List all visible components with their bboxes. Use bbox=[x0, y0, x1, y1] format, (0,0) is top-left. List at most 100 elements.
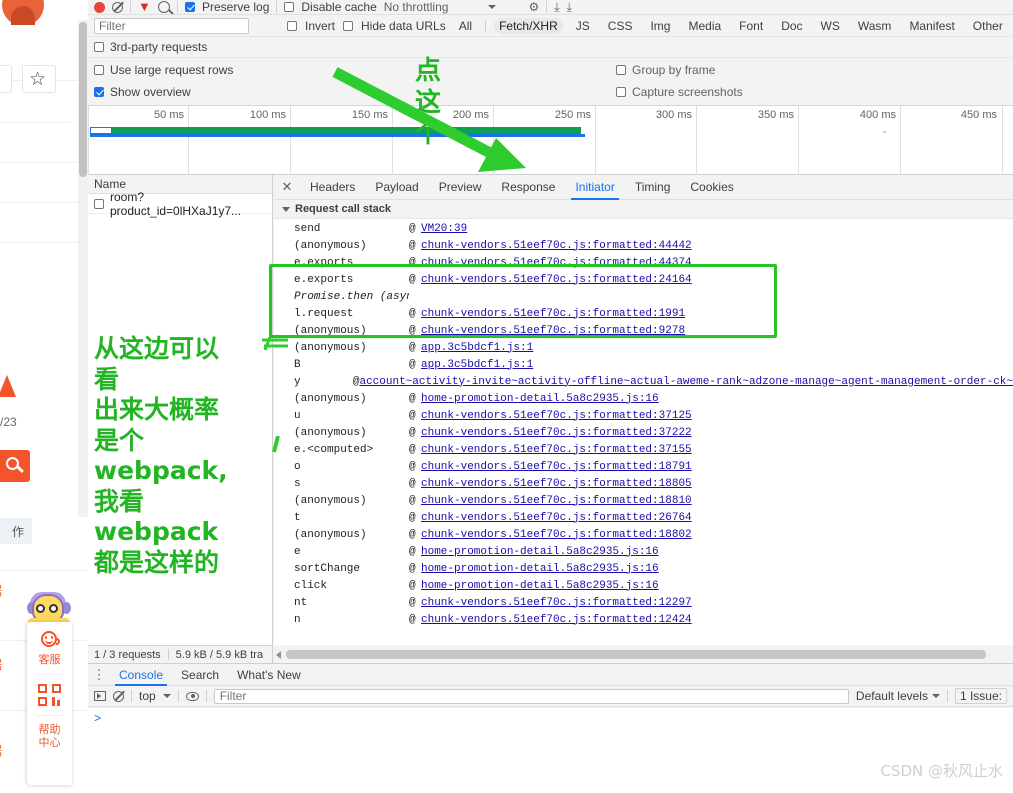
third-party-requests-checkbox[interactable] bbox=[94, 42, 104, 52]
network-overview[interactable]: 50 ms 100 ms 150 ms 200 ms 250 ms 300 ms… bbox=[88, 106, 1013, 175]
table-row[interactable]: room?product_id=0lHXaJ1y7... bbox=[88, 190, 272, 218]
list-item[interactable]: (anonymous) @ home-promotion-detail.5a8c29… bbox=[274, 390, 1013, 407]
invert-checkbox[interactable] bbox=[287, 20, 297, 31]
type-filter-media[interactable]: Media bbox=[683, 18, 726, 34]
row-checkbox[interactable] bbox=[94, 198, 104, 209]
list-item[interactable]: o @ chunk-vendors.51eef70c.js:formatted:18… bbox=[274, 458, 1013, 475]
page-data-link-3[interactable]: 数据 bbox=[0, 742, 2, 759]
list-item[interactable]: (anonymous) @ chunk-vendors.51eef70c.js:fo… bbox=[274, 237, 1013, 254]
list-item[interactable]: send @ VM20:39 bbox=[274, 220, 1013, 237]
group-by-frame-checkbox[interactable] bbox=[616, 65, 626, 75]
list-item[interactable]: (anonymous) @ chunk-vendors.51eef70c.js:fo… bbox=[274, 424, 1013, 441]
type-filter-all[interactable]: All bbox=[454, 18, 477, 34]
stack-source-link[interactable]: home-promotion-detail.5a8c2935.js:16 bbox=[421, 393, 659, 405]
type-filter-fetch-xhr[interactable]: Fetch/XHR bbox=[494, 17, 563, 34]
request-call-stack-section-header[interactable]: Request call stack bbox=[274, 200, 1013, 219]
stack-source-link[interactable]: chunk-vendors.51eef70c.js:formatted:3715… bbox=[421, 444, 692, 456]
scrollbar-thumb[interactable] bbox=[286, 650, 986, 659]
tab-initiator[interactable]: Initiator bbox=[565, 175, 624, 200]
type-filter-css[interactable]: CSS bbox=[603, 18, 638, 34]
chevron-down-icon[interactable] bbox=[162, 694, 171, 698]
list-item[interactable]: (anonymous) @ chunk-vendors.51eef70c.js:fo… bbox=[274, 322, 1013, 339]
show-overview-checkbox[interactable] bbox=[94, 87, 104, 97]
list-item[interactable]: e @ home-promotion-detail.5a8c2935.js:16 bbox=[274, 543, 1013, 560]
close-icon[interactable]: ✕ bbox=[274, 179, 300, 195]
stack-source-link[interactable]: chunk-vendors.51eef70c.js:formatted:4437… bbox=[421, 257, 692, 269]
capture-screenshots-checkbox[interactable] bbox=[616, 87, 626, 97]
detail-horizontal-scrollbar[interactable] bbox=[274, 648, 1013, 661]
list-item[interactable]: l.request @ chunk-vendors.51eef70c.js:form… bbox=[274, 305, 1013, 322]
tab-preview[interactable]: Preview bbox=[429, 175, 492, 200]
stack-source-link[interactable]: chunk-vendors.51eef70c.js:formatted:4444… bbox=[421, 240, 692, 252]
page-search-button[interactable] bbox=[0, 450, 30, 482]
type-filter-ws[interactable]: WS bbox=[816, 18, 845, 34]
hide-data-urls-checkbox[interactable] bbox=[343, 20, 354, 31]
tab-console[interactable]: Console bbox=[110, 664, 172, 686]
list-item[interactable]: n @ chunk-vendors.51eef70c.js:formatted:12… bbox=[274, 611, 1013, 626]
list-item[interactable]: e.exports @ chunk-vendors.51eef70c.js:form… bbox=[274, 271, 1013, 288]
type-filter-manifest[interactable]: Manifest bbox=[904, 18, 959, 34]
type-filter-img[interactable]: Img bbox=[645, 18, 675, 34]
import-har-icon[interactable]: ⤓ bbox=[554, 1, 559, 13]
stack-source-link[interactable]: chunk-vendors.51eef70c.js:formatted:1229… bbox=[421, 597, 692, 609]
disable-cache-checkbox[interactable] bbox=[284, 2, 295, 12]
tab-timing[interactable]: Timing bbox=[625, 175, 681, 200]
stack-source-link[interactable]: VM20:39 bbox=[421, 223, 467, 235]
stack-source-link[interactable]: chunk-vendors.51eef70c.js:formatted:3722… bbox=[421, 427, 692, 439]
clear-icon[interactable] bbox=[112, 1, 123, 13]
use-large-rows-checkbox[interactable] bbox=[94, 65, 104, 75]
network-settings-icon[interactable]: ⚙ bbox=[528, 1, 539, 13]
console-levels-select[interactable]: Default levels bbox=[856, 689, 940, 703]
tab-payload[interactable]: Payload bbox=[365, 175, 428, 200]
tab-response[interactable]: Response bbox=[491, 175, 565, 200]
chevron-down-icon[interactable] bbox=[488, 5, 497, 9]
favorite-button[interactable]: ☆ bbox=[22, 65, 56, 93]
clear-console-icon[interactable] bbox=[113, 690, 124, 702]
console-filter-input[interactable] bbox=[213, 688, 849, 704]
list-item[interactable]: (anonymous) @ chunk-vendors.51eef70c.js:fo… bbox=[274, 492, 1013, 509]
list-item[interactable]: click @ home-promotion-detail.5a8c2935.js:… bbox=[274, 577, 1013, 594]
help-center-button[interactable]: 帮助 中心 bbox=[27, 716, 72, 757]
console-context-selector[interactable]: top bbox=[139, 689, 156, 703]
preserve-log-checkbox[interactable] bbox=[185, 2, 195, 12]
filter-icon[interactable]: ▼ bbox=[138, 0, 151, 13]
tab-headers[interactable]: Headers bbox=[300, 175, 365, 200]
list-item[interactable]: B @ app.3c5bdcf1.js:1 bbox=[274, 356, 1013, 373]
type-filter-other[interactable]: Other bbox=[968, 18, 1008, 34]
filter-input[interactable] bbox=[94, 17, 249, 34]
type-filter-wasm[interactable]: Wasm bbox=[853, 18, 897, 34]
stack-source-link[interactable]: chunk-vendors.51eef70c.js:formatted:2416… bbox=[421, 274, 692, 286]
page-data-link-2[interactable]: 数据 bbox=[0, 656, 2, 673]
issues-button[interactable]: 1 Issue: bbox=[954, 688, 1007, 704]
search-icon[interactable] bbox=[158, 1, 170, 13]
list-item[interactable]: e.exports @ chunk-vendors.51eef70c.js:form… bbox=[274, 254, 1013, 271]
list-item[interactable]: t @ chunk-vendors.51eef70c.js:formatted:26… bbox=[274, 509, 1013, 526]
stack-source-link[interactable]: app.3c5bdcf1.js:1 bbox=[421, 359, 533, 371]
stack-source-link[interactable]: chunk-vendors.51eef70c.js:formatted:1991 bbox=[421, 308, 685, 320]
list-item[interactable]: u @ chunk-vendors.51eef70c.js:formatted:37… bbox=[274, 407, 1013, 424]
console-sidebar-icon[interactable] bbox=[94, 691, 106, 701]
page-secondary-button[interactable] bbox=[0, 65, 12, 93]
stack-source-link[interactable]: chunk-vendors.51eef70c.js:formatted:3712… bbox=[421, 410, 692, 422]
type-filter-js[interactable]: JS bbox=[571, 18, 595, 34]
stack-source-link[interactable]: app.3c5bdcf1.js:1 bbox=[421, 342, 533, 354]
list-item[interactable]: nt @ chunk-vendors.51eef70c.js:formatted:1… bbox=[274, 594, 1013, 611]
stack-source-link[interactable]: home-promotion-detail.5a8c2935.js:16 bbox=[421, 546, 659, 558]
throttling-select[interactable]: No throttling bbox=[384, 0, 449, 14]
qrcode-button[interactable] bbox=[27, 684, 72, 706]
more-options-icon[interactable]: ⋮ bbox=[88, 667, 110, 683]
record-icon[interactable] bbox=[94, 1, 105, 13]
stack-source-link[interactable]: home-promotion-detail.5a8c2935.js:16 bbox=[421, 563, 659, 575]
live-expression-icon[interactable] bbox=[185, 691, 199, 701]
stack-source-link[interactable]: chunk-vendors.51eef70c.js:formatted:9278 bbox=[421, 325, 685, 337]
stack-source-link[interactable]: account~activity-invite~activity-offline… bbox=[359, 376, 1013, 388]
stack-source-link[interactable]: chunk-vendors.51eef70c.js:formatted:1881… bbox=[421, 495, 692, 507]
stack-source-link[interactable]: chunk-vendors.51eef70c.js:formatted:1879… bbox=[421, 461, 692, 473]
tab-whats-new[interactable]: What's New bbox=[228, 664, 310, 686]
page-data-link-1[interactable]: 数据 bbox=[0, 582, 2, 599]
list-item[interactable]: y @ account~activity-invite~activity-offli… bbox=[274, 373, 1013, 390]
stack-source-link[interactable]: home-promotion-detail.5a8c2935.js:16 bbox=[421, 580, 659, 592]
list-item[interactable]: sortChange @ home-promotion-detail.5a8c293… bbox=[274, 560, 1013, 577]
tab-search[interactable]: Search bbox=[172, 664, 228, 686]
list-item[interactable]: s @ chunk-vendors.51eef70c.js:formatted:18… bbox=[274, 475, 1013, 492]
